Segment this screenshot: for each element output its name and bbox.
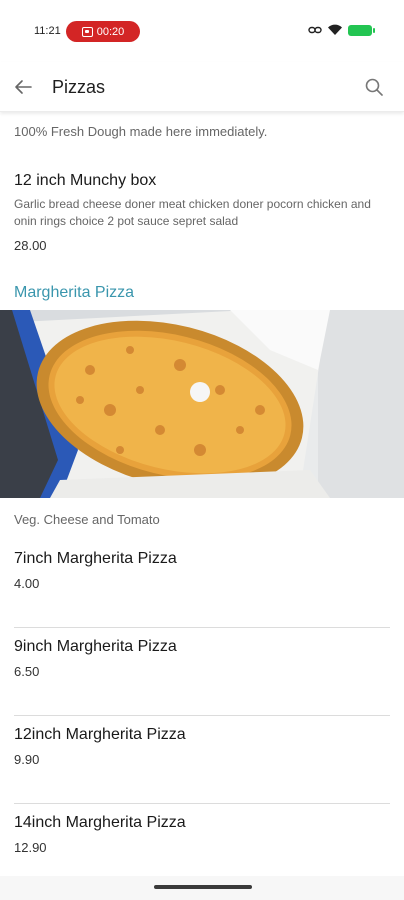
recording-time: 00:20 [96,25,125,38]
battery-icon [348,24,375,36]
screen-record-icon [81,26,93,37]
status-icons [308,24,375,36]
item-price: 9.90 [14,752,40,767]
item-title: 14inch Margherita Pizza [14,814,186,831]
app-header: Pizzas [0,62,404,112]
home-indicator[interactable] [154,885,252,889]
category-intro: 100% Fresh Dough made here immediately. [14,124,268,139]
menu-item[interactable]: 12inch Margherita Pizza 9.90 [14,716,390,804]
wifi-icon [328,24,342,35]
link-icon [308,26,322,34]
item-price: 28.00 [14,238,47,253]
pizza-image [0,310,404,498]
arrow-left-icon[interactable] [12,76,34,98]
item-price: 4.00 [14,576,40,591]
item-description: Garlic bread cheese doner meat chicken d… [14,197,371,228]
status-bar: 11:21 00:20 [0,0,404,62]
item-title: 9inch Margherita Pizza [14,638,177,655]
search-icon[interactable] [364,77,384,97]
page-title: Pizzas [52,77,106,97]
menu-item-munchy-box[interactable]: 12 inch Munchy box Garlic bread cheese d… [14,172,394,253]
section-description: Veg. Cheese and Tomato [14,512,160,527]
item-price: 12.90 [14,840,47,855]
item-title: 7inch Margherita Pizza [14,550,177,567]
item-title: 12inch Margherita Pizza [14,726,186,743]
status-time: 11:21 [34,25,61,37]
margherita-list: 7inch Margherita Pizza 4.00 9inch Marghe… [14,540,390,892]
menu-item[interactable]: 7inch Margherita Pizza 4.00 [14,540,390,628]
menu-item[interactable]: 9inch Margherita Pizza 6.50 [14,628,390,716]
item-price: 6.50 [14,664,40,679]
item-title: 12 inch Munchy box [14,172,157,189]
section-title: Margherita Pizza [14,284,135,301]
navigation-bar [0,876,404,900]
screen-recording-badge[interactable]: 00:20 [66,21,140,42]
